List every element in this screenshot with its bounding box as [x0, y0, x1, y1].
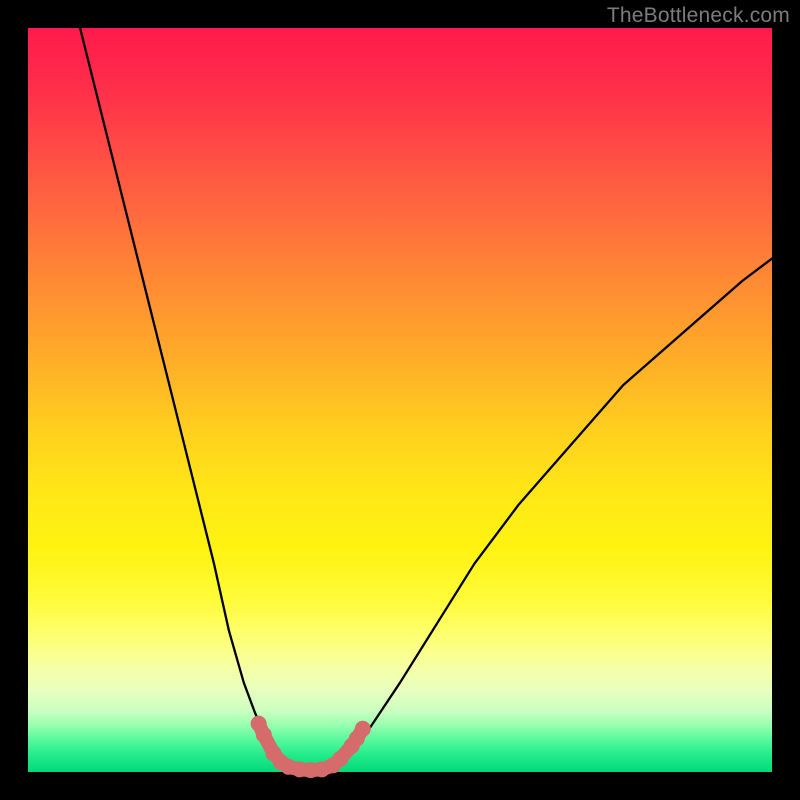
chart-svg: [28, 28, 772, 772]
highlight-dot: [256, 727, 272, 743]
highlight-dot: [333, 751, 349, 767]
watermark-text: TheBottleneck.com: [607, 4, 790, 28]
bottleneck-curve: [80, 28, 772, 771]
highlight-markers: [251, 716, 371, 779]
chart-frame: TheBottleneck.com: [0, 0, 800, 800]
curve-path: [80, 28, 772, 771]
highlight-dot: [355, 721, 371, 737]
plot-area: [28, 28, 772, 772]
